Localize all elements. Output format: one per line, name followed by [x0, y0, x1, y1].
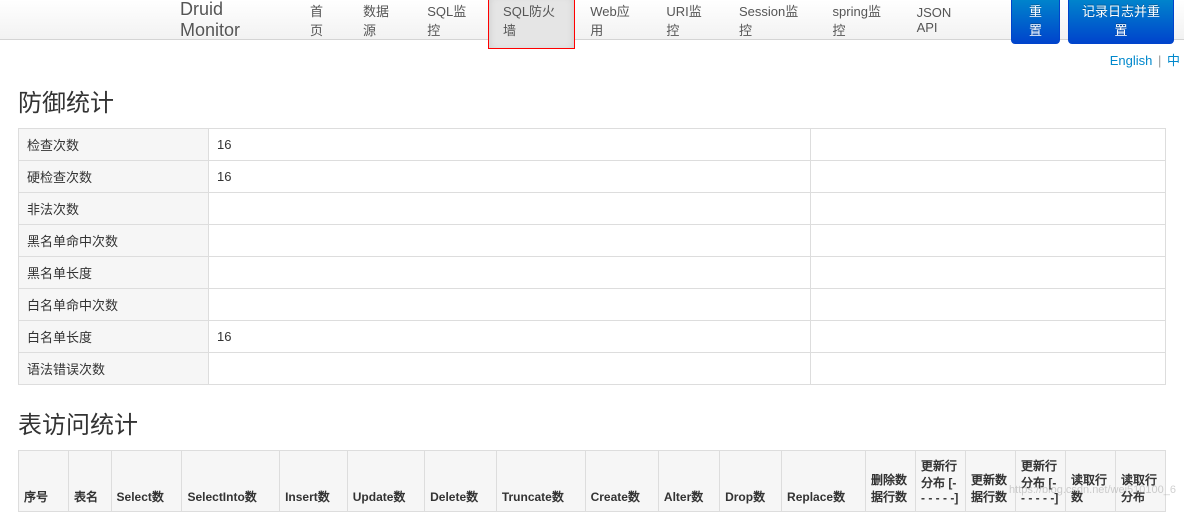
stat-value: 16	[209, 321, 811, 353]
col-insert-count[interactable]: Insert数	[280, 451, 348, 512]
col-update-count[interactable]: Update数	[347, 451, 424, 512]
stat-label: 白名单命中次数	[19, 289, 209, 321]
col-create-count[interactable]: Create数	[585, 451, 658, 512]
stat-value: 16	[209, 129, 811, 161]
table-access-stats-table: 序号 表名 Select数 SelectInto数 Insert数 Update…	[18, 450, 1166, 512]
stat-extra	[811, 225, 1166, 257]
stat-extra	[811, 289, 1166, 321]
col-delete-data-rows[interactable]: 删除数据行数	[866, 451, 916, 512]
stat-label: 黑名单命中次数	[19, 225, 209, 257]
table-row: 白名单命中次数	[19, 289, 1166, 321]
reset-button[interactable]: 重置	[1011, 0, 1060, 44]
col-table-name[interactable]: 表名	[69, 451, 112, 512]
brand-title: Druid Monitor	[180, 0, 295, 41]
col-select-count[interactable]: Select数	[111, 451, 182, 512]
col-replace-count[interactable]: Replace数	[782, 451, 866, 512]
table-row: 检查次数 16	[19, 129, 1166, 161]
nav-json-api[interactable]: JSON API	[902, 0, 983, 45]
col-read-rows[interactable]: 读取行数	[1066, 451, 1116, 512]
lang-separator: |	[1156, 53, 1163, 68]
nav-sql-monitor[interactable]: SQL监控	[412, 0, 488, 49]
col-update-row-dist-2[interactable]: 更新行分布 [- - - - - -]	[1016, 451, 1066, 512]
lang-chinese-link[interactable]: 中	[1167, 53, 1180, 68]
nav-datasource[interactable]: 数据源	[348, 0, 412, 49]
stat-value: 16	[209, 161, 811, 193]
table-row: 语法错误次数	[19, 353, 1166, 385]
stat-label: 语法错误次数	[19, 353, 209, 385]
stat-value	[209, 193, 811, 225]
nav-web-app[interactable]: Web应用	[575, 0, 651, 49]
table-row: 黑名单命中次数	[19, 225, 1166, 257]
col-drop-count[interactable]: Drop数	[720, 451, 782, 512]
col-update-row-dist-1[interactable]: 更新行分布 [- - - - - -]	[916, 451, 966, 512]
nav-uri-monitor[interactable]: URI监控	[651, 0, 724, 49]
nav-home[interactable]: 首页	[295, 0, 348, 49]
col-index[interactable]: 序号	[19, 451, 69, 512]
stat-label: 非法次数	[19, 193, 209, 225]
stat-value	[209, 225, 811, 257]
lang-english-link[interactable]: English	[1110, 53, 1153, 68]
table-row: 非法次数	[19, 193, 1166, 225]
stat-extra	[811, 321, 1166, 353]
col-alter-count[interactable]: Alter数	[658, 451, 719, 512]
nav-session-monitor[interactable]: Session监控	[724, 0, 818, 49]
log-reset-button[interactable]: 记录日志并重置	[1068, 0, 1174, 44]
stat-value	[209, 289, 811, 321]
stat-extra	[811, 353, 1166, 385]
defense-stats-title: 防御统计	[18, 83, 1166, 118]
stat-extra	[811, 193, 1166, 225]
stat-label: 白名单长度	[19, 321, 209, 353]
stat-value	[209, 353, 811, 385]
col-selectinto-count[interactable]: SelectInto数	[182, 451, 280, 512]
stat-label: 黑名单长度	[19, 257, 209, 289]
stat-extra	[811, 161, 1166, 193]
stat-extra	[811, 129, 1166, 161]
table-access-title: 表访问统计	[18, 405, 1166, 440]
nav-spring-monitor[interactable]: spring监控	[818, 0, 902, 49]
stat-value	[209, 257, 811, 289]
col-update-data-rows[interactable]: 更新数据行数	[966, 451, 1016, 512]
top-navbar: Druid Monitor 首页 数据源 SQL监控 SQL防火墙 Web应用 …	[0, 0, 1184, 40]
stat-extra	[811, 257, 1166, 289]
col-read-row-dist[interactable]: 读取行分布	[1116, 451, 1166, 512]
col-delete-count[interactable]: Delete数	[425, 451, 497, 512]
table-row: 白名单长度 16	[19, 321, 1166, 353]
stat-label: 检查次数	[19, 129, 209, 161]
nav-sql-firewall[interactable]: SQL防火墙	[488, 0, 575, 49]
col-truncate-count[interactable]: Truncate数	[496, 451, 585, 512]
table-row: 硬检查次数 16	[19, 161, 1166, 193]
stat-label: 硬检查次数	[19, 161, 209, 193]
defense-stats-table: 检查次数 16 硬检查次数 16 非法次数 黑名单命中次数 黑名单长度	[18, 128, 1166, 385]
table-header-row: 序号 表名 Select数 SelectInto数 Insert数 Update…	[19, 451, 1166, 512]
table-row: 黑名单长度	[19, 257, 1166, 289]
